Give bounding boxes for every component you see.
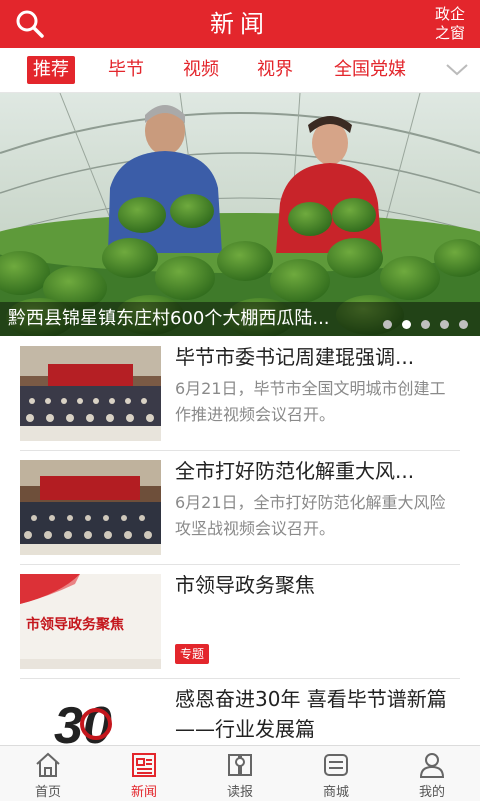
carousel-dot xyxy=(402,320,411,329)
portal-label-line1: 政企 xyxy=(434,5,465,23)
news-summary: 6月21日，毕节市全国文明城市创建工作推进视频会议召开。 xyxy=(175,379,446,424)
nav-label: 首页 xyxy=(34,785,61,800)
chevron-down-icon[interactable] xyxy=(444,60,470,80)
banner-image xyxy=(0,93,480,336)
portal-label-line2: 之窗 xyxy=(434,24,465,42)
news-icon xyxy=(132,753,156,777)
tab-national-party-media[interactable]: 全国党媒 xyxy=(326,56,414,84)
banner-caption-bar: 黔西县锦星镇东庄村600个大棚西瓜陆... xyxy=(0,302,480,336)
news-thumbnail xyxy=(20,346,161,441)
news-item[interactable]: 市领导政务聚焦 市领导政务聚焦 专题 xyxy=(20,564,460,679)
news-thumbnail: 市领导政务聚焦 xyxy=(20,574,161,669)
nav-news[interactable]: 新闻 xyxy=(96,746,192,801)
carousel-dot xyxy=(383,320,392,329)
news-title: 感恩奋进30年 喜看毕节谱新篇——行业发展篇 xyxy=(175,687,447,741)
nav-mine[interactable]: 我的 xyxy=(384,746,480,801)
banner-caption: 黔西县锦星镇东庄村600个大棚西瓜陆... xyxy=(8,308,330,329)
nav-label: 我的 xyxy=(418,785,445,800)
tab-video[interactable]: 视频 xyxy=(177,56,225,84)
news-thumbnail xyxy=(20,460,161,555)
news-list: 毕节市委书记周建琨强调... 6月21日，毕节市全国文明城市创建工作推进视频会议… xyxy=(0,336,480,745)
tab-recommend[interactable]: 推荐 xyxy=(27,56,75,84)
government-portal-button[interactable]: 政企 之窗 xyxy=(432,5,468,43)
carousel-indicators xyxy=(373,314,468,329)
news-item[interactable]: 30 感恩奋进30年 喜看毕节谱新篇——行业发展篇 xyxy=(20,678,460,745)
nav-home[interactable]: 首页 xyxy=(0,746,96,801)
tab-bijie[interactable]: 毕节 xyxy=(102,56,150,84)
news-item[interactable]: 毕节市委书记周建琨强调... 6月21日，毕节市全国文明城市创建工作推进视频会议… xyxy=(20,336,460,451)
thumbnail-caption: 市领导政务聚焦 xyxy=(26,617,124,633)
news-title: 全市打好防范化解重大风... xyxy=(175,459,415,483)
channel-tabs: 推荐 毕节 视频 视界 全国党媒 xyxy=(0,48,480,93)
carousel-dot xyxy=(459,320,468,329)
app-header: 新闻 政企 之窗 xyxy=(0,0,480,48)
nav-label: 新闻 xyxy=(130,785,157,800)
carousel-dot xyxy=(440,320,449,329)
nav-mall[interactable]: 商城 xyxy=(288,746,384,801)
news-thumbnail: 30 xyxy=(20,688,161,745)
mall-icon xyxy=(324,754,348,776)
news-title: 市领导政务聚焦 xyxy=(175,573,315,597)
bottom-navigation: 首页 新闻 读报 商城 我的 xyxy=(0,745,480,801)
nav-read-paper[interactable]: 读报 xyxy=(192,746,288,801)
nav-label: 商城 xyxy=(322,785,349,800)
banner-carousel[interactable]: 黔西县锦星镇东庄村600个大棚西瓜陆... xyxy=(0,93,480,336)
user-icon xyxy=(419,753,445,778)
nav-label: 读报 xyxy=(226,785,253,800)
news-title: 毕节市委书记周建琨强调... xyxy=(175,345,415,369)
page-title: 新闻 xyxy=(210,10,270,38)
carousel-dot xyxy=(421,320,430,329)
tab-vision[interactable]: 视界 xyxy=(251,56,299,84)
newspaper-icon xyxy=(228,754,252,776)
topic-badge: 专题 xyxy=(175,644,210,664)
home-icon xyxy=(36,752,60,777)
news-item[interactable]: 全市打好防范化解重大风... 6月21日，全市打好防范化解重大风险攻坚战视频会议… xyxy=(20,450,460,565)
news-summary: 6月21日，全市打好防范化解重大风险攻坚战视频会议召开。 xyxy=(175,493,446,538)
